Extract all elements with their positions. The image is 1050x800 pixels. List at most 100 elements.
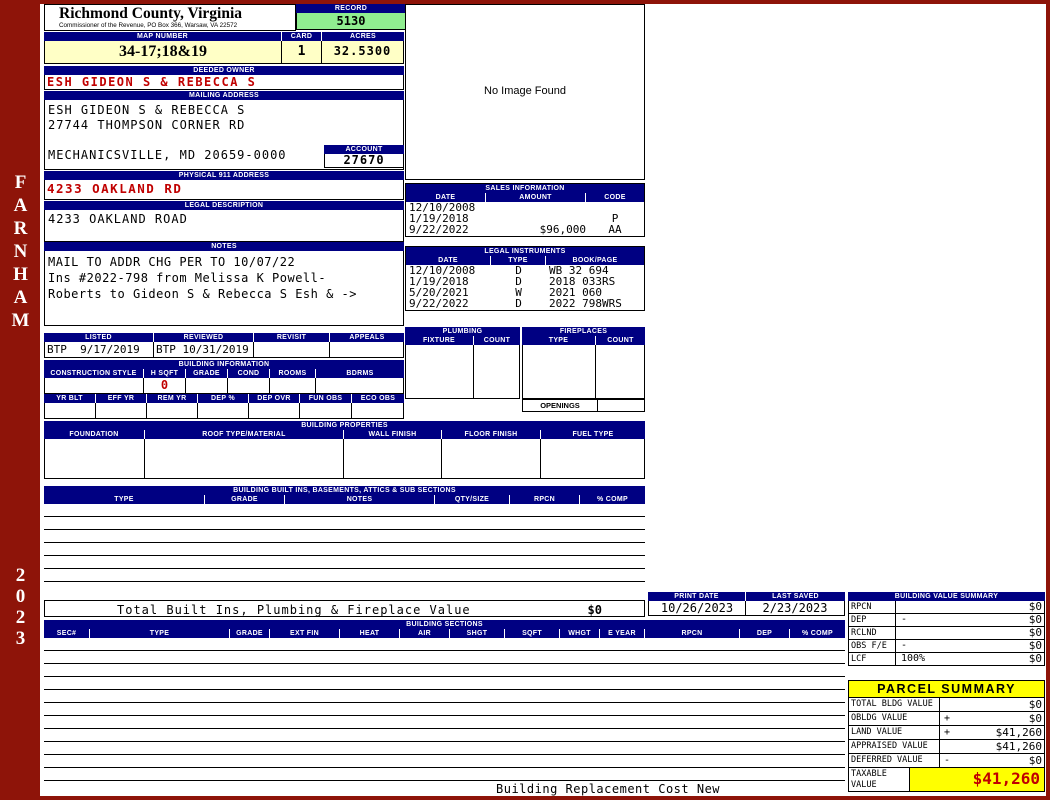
funobs-value xyxy=(300,403,352,419)
empty-row xyxy=(44,703,845,716)
cond-value xyxy=(228,378,270,394)
plumbing-col-fixture: FIXTURE xyxy=(405,336,474,345)
yrblt-label: YR BLT xyxy=(44,394,96,403)
taxable-label: TAXABLE VALUE xyxy=(848,768,910,792)
empty-row xyxy=(44,638,845,651)
bp-wall-value xyxy=(344,439,442,479)
review-row: LISTED REVIEWED REVISIT APPEALS BTP 9/17… xyxy=(44,333,404,358)
grade-value xyxy=(186,378,228,394)
district-label: FARNHAM xyxy=(10,172,31,333)
physical-address-label: PHYSICAL 911 ADDRESS xyxy=(44,171,404,180)
deeded-owner-value: ESH GIDEON S & REBECCA S xyxy=(44,75,404,90)
ps-op: + xyxy=(940,726,954,740)
county-title: Richmond County, Virginia xyxy=(59,5,243,22)
map-number-value: 34-17;18&19 xyxy=(44,41,282,64)
bdrms-value xyxy=(316,378,404,394)
sales-amount: $96,000 xyxy=(539,223,586,236)
ps-row: LAND VALUE + $41,260 xyxy=(848,726,1045,740)
bvs-value: $0 xyxy=(930,601,1045,614)
built-ins-total-row: Total Built Ins, Plumbing & Fireplace Va… xyxy=(44,600,645,617)
ps-label: OBLDG VALUE xyxy=(848,712,940,726)
mailing-address-label: MAILING ADDRESS xyxy=(44,91,404,100)
bvs-op: - xyxy=(896,640,930,653)
bdrms-label: BDRMS xyxy=(316,369,404,378)
bvs-label: DEP xyxy=(848,614,896,627)
bi-col-rpcn: RPCN xyxy=(510,495,580,504)
bvs-value: $0 xyxy=(930,627,1045,640)
construction-style-label: CONSTRUCTION STYLE xyxy=(44,369,144,378)
bs-col-extfin: EXT FIN xyxy=(270,629,340,638)
depovr-label: DEP OVR xyxy=(249,394,300,403)
property-image-box: No Image Found xyxy=(405,4,645,180)
map-card-acres: MAP NUMBER CARD ACRES 34-17;18&19 1 32.5… xyxy=(44,32,404,64)
legal-instruments-title: LEGAL INSTRUMENTS xyxy=(406,247,644,256)
no-image-text: No Image Found xyxy=(484,85,566,97)
property-record-card: FARNHAM 2023 Richmond County, Virginia C… xyxy=(0,0,1050,800)
bs-col-sqft: SQFT xyxy=(505,629,560,638)
bs-col-eyear: E YEAR xyxy=(600,629,645,638)
bs-col-dep: DEP xyxy=(740,629,790,638)
map-number-label: MAP NUMBER xyxy=(44,32,282,41)
ps-op: + xyxy=(940,712,954,726)
hsqft-label: H SQFT xyxy=(144,369,186,378)
bvs-value: $0 xyxy=(930,614,1045,627)
bs-col-rpcn: RPCN xyxy=(645,629,740,638)
bvs-label: OBS F/E xyxy=(848,640,896,653)
account-label: ACCOUNT xyxy=(324,145,404,154)
bvs-op: - xyxy=(896,614,930,627)
empty-row xyxy=(44,504,645,517)
account-value: 27670 xyxy=(324,154,404,168)
county-header-box: Richmond County, Virginia Commissioner o… xyxy=(44,4,296,31)
physical-address-box: PHYSICAL 911 ADDRESS 4233 OAKLAND RD xyxy=(44,171,404,200)
bvs-op xyxy=(896,627,930,640)
li-date: 9/22/2022 xyxy=(409,297,469,310)
plumbing-section: PLUMBING FIXTURE COUNT xyxy=(405,327,520,399)
sales-information: SALES INFORMATION DATE AMOUNT CODE 12/10… xyxy=(405,183,645,237)
revisit-value xyxy=(254,342,330,358)
empty-row xyxy=(44,569,645,582)
bi-col-qty: QTY/SIZE xyxy=(435,495,510,504)
built-ins-total-label: Total Built Ins, Plumbing & Fireplace Va… xyxy=(117,603,471,617)
note-line: Ins #2022-798 from Melissa K Powell- xyxy=(48,271,327,285)
empty-row xyxy=(44,664,845,677)
ps-label: LAND VALUE xyxy=(848,726,940,740)
account-box: ACCOUNT 27670 xyxy=(324,145,404,168)
note-line: Roberts to Gideon S & Rebecca S Esh & -> xyxy=(48,287,357,301)
fireplaces-title: FIREPLACES xyxy=(522,327,645,336)
sales-title: SALES INFORMATION xyxy=(406,184,644,193)
openings-value xyxy=(598,399,645,412)
listed-label: LISTED xyxy=(44,333,154,342)
effyr-label: EFF YR xyxy=(96,394,147,403)
tax-year-label: 2023 xyxy=(10,565,31,649)
footer-text: Building Replacement Cost New xyxy=(496,782,721,796)
empty-row xyxy=(44,677,845,690)
bvs-label: RPCN xyxy=(848,601,896,614)
empty-row xyxy=(44,755,845,768)
building-value-summary-title: BUILDING VALUE SUMMARY xyxy=(848,592,1045,601)
empty-row xyxy=(44,742,845,755)
bi-col-notes: NOTES xyxy=(285,495,435,504)
deppct-label: DEP % xyxy=(198,394,249,403)
acres-value: 32.5300 xyxy=(322,41,404,64)
ps-value: $0 xyxy=(954,698,1045,712)
notes-box: NOTES MAIL TO ADDR CHG PER TO 10/07/22 I… xyxy=(44,242,404,326)
building-sections: BUILDING SECTIONS SEC# TYPE GRADE EXT FI… xyxy=(44,620,845,796)
empty-row xyxy=(44,716,845,729)
physical-address-value: 4233 OAKLAND RD xyxy=(44,180,404,200)
bp-col-floor: FLOOR FINISH xyxy=(442,430,541,439)
plumbing-col-count: COUNT xyxy=(474,336,520,345)
ecoobs-value xyxy=(352,403,404,419)
print-date-value: 10/26/2023 xyxy=(648,601,746,616)
note-line: MAIL TO ADDR CHG PER TO 10/07/22 xyxy=(48,255,296,269)
building-sections-title: BUILDING SECTIONS xyxy=(44,620,845,629)
bs-col-heat: HEAT xyxy=(340,629,400,638)
fireplaces-section: FIREPLACES TYPE COUNT OPENINGS xyxy=(522,327,645,412)
remyr-value xyxy=(147,403,198,419)
depovr-value xyxy=(249,403,300,419)
parcel-summary-title: PARCEL SUMMARY xyxy=(848,680,1045,698)
legal-description-label: LEGAL DESCRIPTION xyxy=(44,201,404,210)
legal-description-value: 4233 OAKLAND ROAD xyxy=(44,210,404,242)
building-information-title: BUILDING INFORMATION xyxy=(44,360,404,369)
ecoobs-label: ECO OBS xyxy=(352,394,404,403)
bs-col-air: AIR xyxy=(400,629,450,638)
